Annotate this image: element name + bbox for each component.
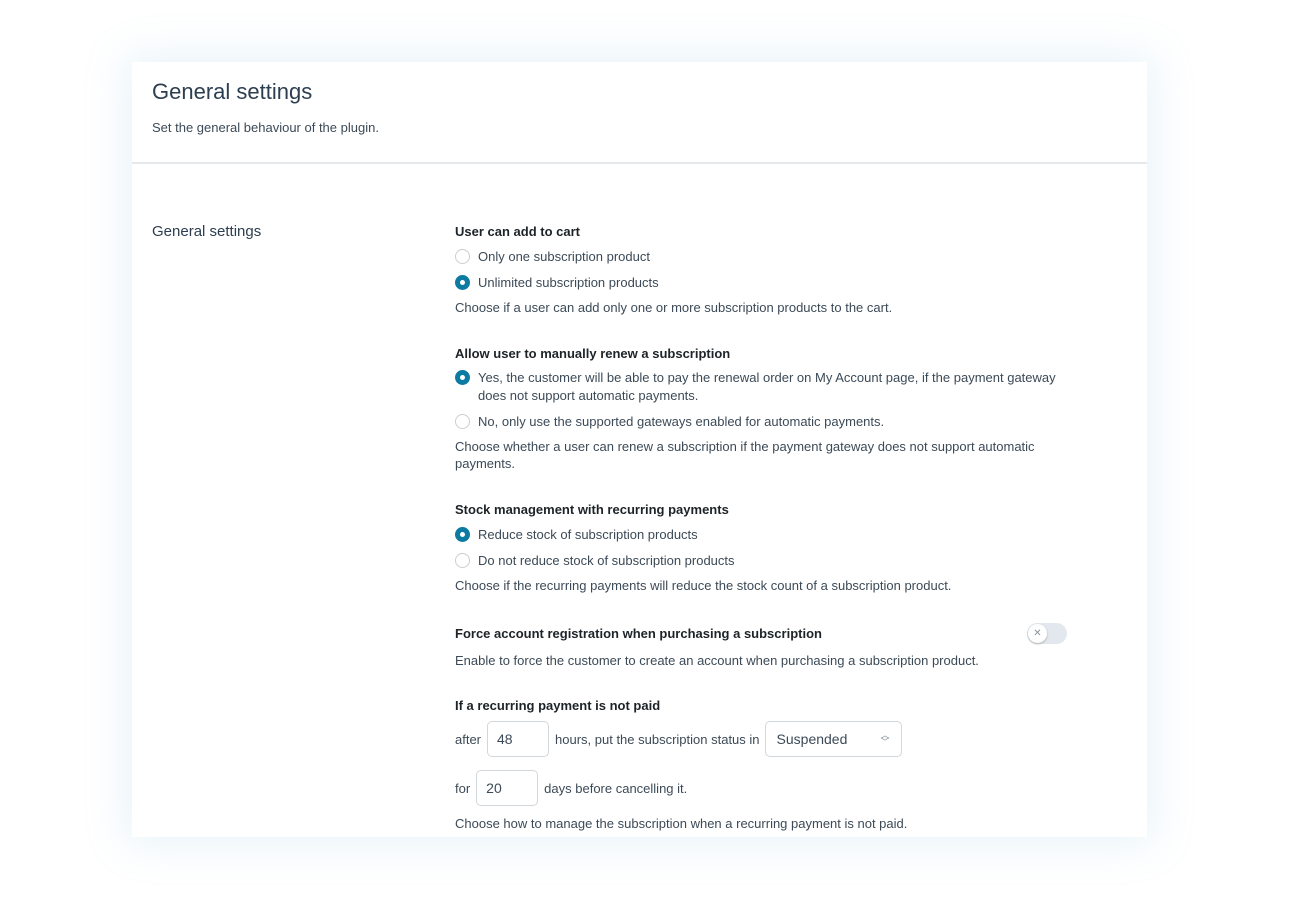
not-paid-after-row: after hours, put the subscription status…	[455, 721, 902, 757]
settings-panel: General settings Set the general behavio…	[132, 62, 1147, 837]
option-label: Do not reduce stock of subscription prod…	[478, 553, 735, 568]
section-title: General settings	[152, 223, 262, 240]
page-title: General settings	[152, 79, 313, 104]
hours-text: hours, put the subscription status in	[555, 731, 760, 747]
after-text: after	[455, 731, 482, 747]
add-to-cart-label: User can add to cart	[455, 224, 580, 239]
manual-renew-label: Allow user to manually renew a subscript…	[455, 346, 731, 361]
force-registration-label: Force account registration when purchasi…	[455, 626, 822, 641]
days-text: days before cancelling it.	[544, 780, 688, 796]
option-label: Yes, the customer will be able to pay th…	[478, 370, 1056, 403]
hours-input[interactable]	[487, 721, 550, 757]
radio-button[interactable]	[455, 553, 470, 568]
option-label: No, only use the supported gateways enab…	[478, 414, 885, 429]
close-icon: ✕	[1028, 624, 1047, 643]
not-paid-for-row: for days before cancelling it.	[455, 770, 687, 806]
force-registration-description: Enable to force the customer to create a…	[455, 653, 979, 668]
for-text: for	[455, 780, 471, 796]
radio-button-selected[interactable]	[455, 527, 470, 542]
stock-description: Choose if the recurring payments will re…	[455, 578, 952, 593]
option-label: Reduce stock of subscription products	[478, 527, 698, 542]
radio-button[interactable]	[455, 249, 470, 264]
manual-renew-description: Choose whether a user can renew a subscr…	[455, 439, 1035, 471]
days-input[interactable]	[476, 770, 539, 806]
add-to-cart-description: Choose if a user can add only one or mor…	[455, 300, 893, 315]
radio-button[interactable]	[455, 414, 470, 429]
chevron-updown-icon: ︿ ﹀	[880, 730, 890, 747]
status-select-value: Suspended	[776, 731, 848, 747]
force-registration-toggle[interactable]: ✕	[1027, 623, 1067, 644]
add-to-cart-option-unlimited[interactable]: Unlimited subscription products	[455, 274, 659, 292]
not-paid-description: Choose how to manage the subscription wh…	[455, 816, 908, 831]
radio-button-selected[interactable]	[455, 275, 470, 290]
manual-renew-option-yes[interactable]: Yes, the customer will be able to pay th…	[455, 369, 1067, 405]
radio-button-selected[interactable]	[455, 370, 470, 385]
stock-label: Stock management with recurring payments	[455, 502, 729, 517]
add-to-cart-option-one[interactable]: Only one subscription product	[455, 248, 650, 266]
stock-option-no-reduce[interactable]: Do not reduce stock of subscription prod…	[455, 552, 735, 570]
panel-header: General settings Set the general behavio…	[132, 62, 1147, 164]
manual-renew-option-no[interactable]: No, only use the supported gateways enab…	[455, 413, 884, 431]
stock-option-reduce[interactable]: Reduce stock of subscription products	[455, 526, 698, 544]
not-paid-label: If a recurring payment is not paid	[455, 698, 661, 713]
option-label: Unlimited subscription products	[478, 275, 659, 290]
status-select[interactable]: Suspended ︿ ﹀	[764, 721, 902, 757]
page-subtitle: Set the general behaviour of the plugin.	[152, 120, 379, 135]
option-label: Only one subscription product	[478, 249, 650, 264]
